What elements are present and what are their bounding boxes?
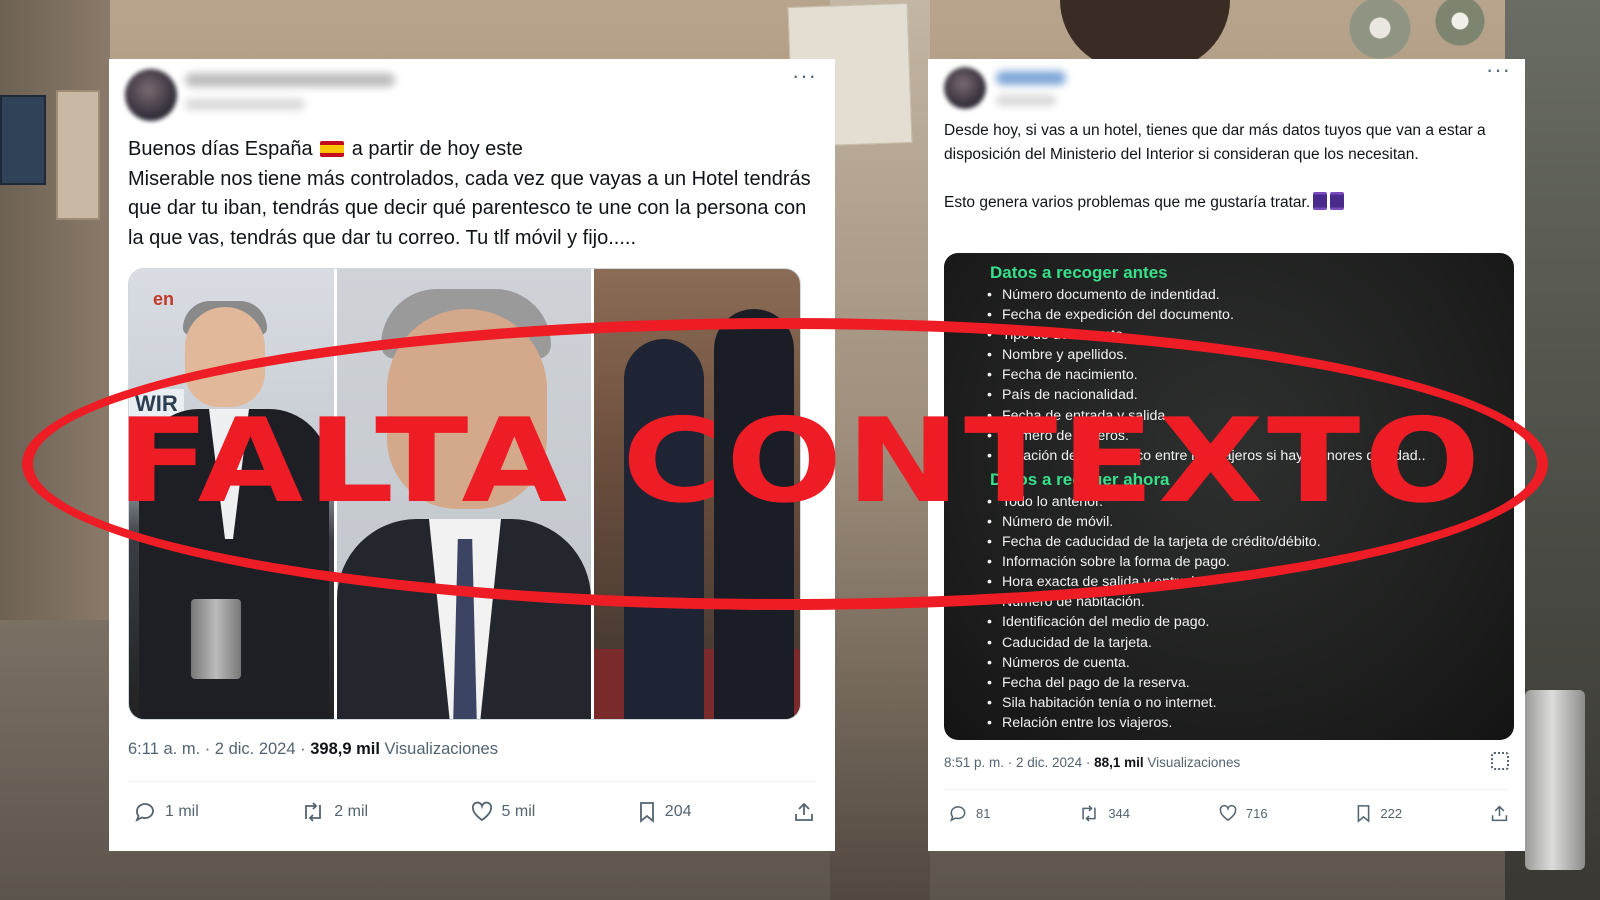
repost-icon — [305, 802, 322, 822]
avatar[interactable] — [125, 69, 177, 121]
like-button[interactable]: 716 — [1218, 804, 1268, 823]
more-options-icon[interactable]: ··· — [1486, 59, 1511, 81]
list-item: Identificación del medio de pago. — [987, 612, 1514, 632]
repost-button[interactable]: 344 — [1078, 804, 1130, 823]
list-item: Fecha de nacimiento. — [987, 365, 1514, 385]
tweet-photo-collage[interactable]: en WIR — [128, 268, 801, 720]
list-item: Relación de parentesco entre los viajero… — [987, 446, 1514, 466]
repost-button[interactable]: 2 mil — [300, 801, 368, 823]
reply-button[interactable]: 1 mil — [133, 801, 199, 823]
info-title-before: Datos a recoger antes — [990, 263, 1168, 282]
heart-icon — [471, 801, 492, 822]
repost-count: 344 — [1108, 806, 1131, 821]
info-list-before: Número documento de indentidad. Fecha de… — [987, 285, 1514, 466]
list-item: Nombre y apellidos. — [987, 345, 1514, 365]
list-item: Tipo de documento. — [987, 325, 1514, 345]
bookmark-count: 204 — [664, 803, 692, 820]
reply-count: 81 — [976, 806, 991, 821]
share-icon — [795, 802, 813, 821]
tweet-timestamp[interactable]: 8:51 p. m. · 2 dic. 2024 · — [944, 755, 1090, 770]
list-item: Fecha de caducidad de la tarjeta de créd… — [987, 532, 1514, 552]
tweet-card-right: ··· Desde hoy, si vas a un hotel, tienes… — [928, 59, 1525, 851]
reply-button[interactable]: 81 — [948, 804, 990, 823]
blurred-username[interactable] — [185, 73, 395, 87]
list-item: Fecha de expedición del documento. — [987, 305, 1514, 325]
award-trophy — [191, 599, 241, 679]
heart-icon — [1219, 804, 1237, 822]
tweet-card-left: ··· Buenos días España a partir de hoy e… — [109, 59, 835, 851]
tweet-meta: 6:11 a. m. · 2 dic. 2024 · 398,9 mil Vis… — [128, 740, 498, 759]
tweet-timestamp[interactable]: 6:11 a. m. · 2 dic. 2024 · — [128, 740, 306, 758]
analytics-icon[interactable] — [1491, 752, 1509, 770]
list-item: Número de móvil. — [987, 512, 1514, 532]
tweet-info-image[interactable]: Datos a recoger antes Número documento d… — [944, 253, 1514, 740]
like-button[interactable]: 5 mil — [470, 801, 536, 823]
spool-icon — [1313, 192, 1328, 210]
photo-men-walking[interactable] — [594, 269, 800, 719]
divider — [944, 789, 1509, 790]
list-item: Número de viajeros. — [987, 426, 1514, 446]
views-label: Visualizaciones — [1147, 755, 1241, 770]
list-item: Sila habitación tenía o no internet. — [987, 693, 1514, 713]
list-item: Información sobre la forma de pago. — [987, 552, 1514, 572]
reply-icon — [135, 803, 154, 822]
share-button[interactable] — [1490, 804, 1509, 823]
reply-icon — [949, 806, 966, 822]
share-icon — [1491, 805, 1508, 822]
tweet-actions: 81 344 716 222 — [948, 804, 1509, 823]
bookmark-button[interactable]: 204 — [637, 801, 692, 823]
repost-count: 2 mil — [334, 803, 369, 820]
like-count: 5 mil — [501, 803, 536, 820]
photo-man-with-award[interactable]: en WIR — [129, 269, 334, 719]
like-count: 716 — [1245, 806, 1268, 821]
tweet-text: Desde hoy, si vas a un hotel, tienes que… — [944, 122, 1486, 211]
share-button[interactable] — [793, 801, 815, 823]
list-item: Todo lo anterior. — [987, 492, 1514, 512]
bookmark-icon — [639, 802, 654, 823]
more-options-icon[interactable]: ··· — [792, 65, 817, 87]
tweet-actions: 1 mil 2 mil 5 mil 204 — [133, 801, 815, 823]
tweet-meta: 8:51 p. m. · 2 dic. 2024 · 88,1 mil Visu… — [944, 755, 1240, 770]
list-item: Relación entre los viajeros. — [987, 713, 1514, 733]
list-item: Fecha de entrada y salida. — [987, 406, 1514, 426]
list-item: Números de cuenta. — [987, 653, 1514, 673]
repost-icon — [1082, 805, 1096, 822]
views-label: Visualizaciones — [384, 740, 498, 758]
avatar[interactable] — [944, 67, 986, 109]
list-item: Número de habitación. — [987, 592, 1514, 612]
blurred-handle — [996, 95, 1056, 106]
list-item: País de nacionalidad. — [987, 385, 1514, 405]
views-count: 398,9 mil — [310, 740, 380, 758]
reply-count: 1 mil — [165, 803, 199, 820]
photo-man-portrait[interactable] — [337, 269, 591, 719]
views-count: 88,1 mil — [1094, 755, 1144, 770]
list-item: Hora exacta de salida y entrada. — [987, 572, 1514, 592]
list-item: Caducidad de la tarjeta. — [987, 633, 1514, 653]
logo-fragment: en — [153, 289, 175, 309]
spain-flag-icon — [320, 141, 345, 157]
list-item: Número documento de indentidad. — [987, 285, 1514, 305]
blurred-username[interactable] — [996, 71, 1066, 85]
blurred-handle — [185, 99, 305, 110]
divider — [128, 781, 816, 782]
tweet-text: Buenos días España a partir de hoy este … — [128, 138, 811, 249]
list-item: Fecha del pago de la reserva. — [987, 673, 1514, 693]
info-list-now: Todo lo anterior. Número de móvil. Fecha… — [987, 492, 1514, 733]
bookmark-icon — [1358, 805, 1370, 823]
bookmark-button[interactable]: 222 — [1355, 804, 1402, 823]
info-title-now: Datos a recoger ahora — [990, 469, 1170, 489]
spool-icon — [1330, 192, 1345, 210]
bookmark-count: 222 — [1380, 806, 1403, 821]
